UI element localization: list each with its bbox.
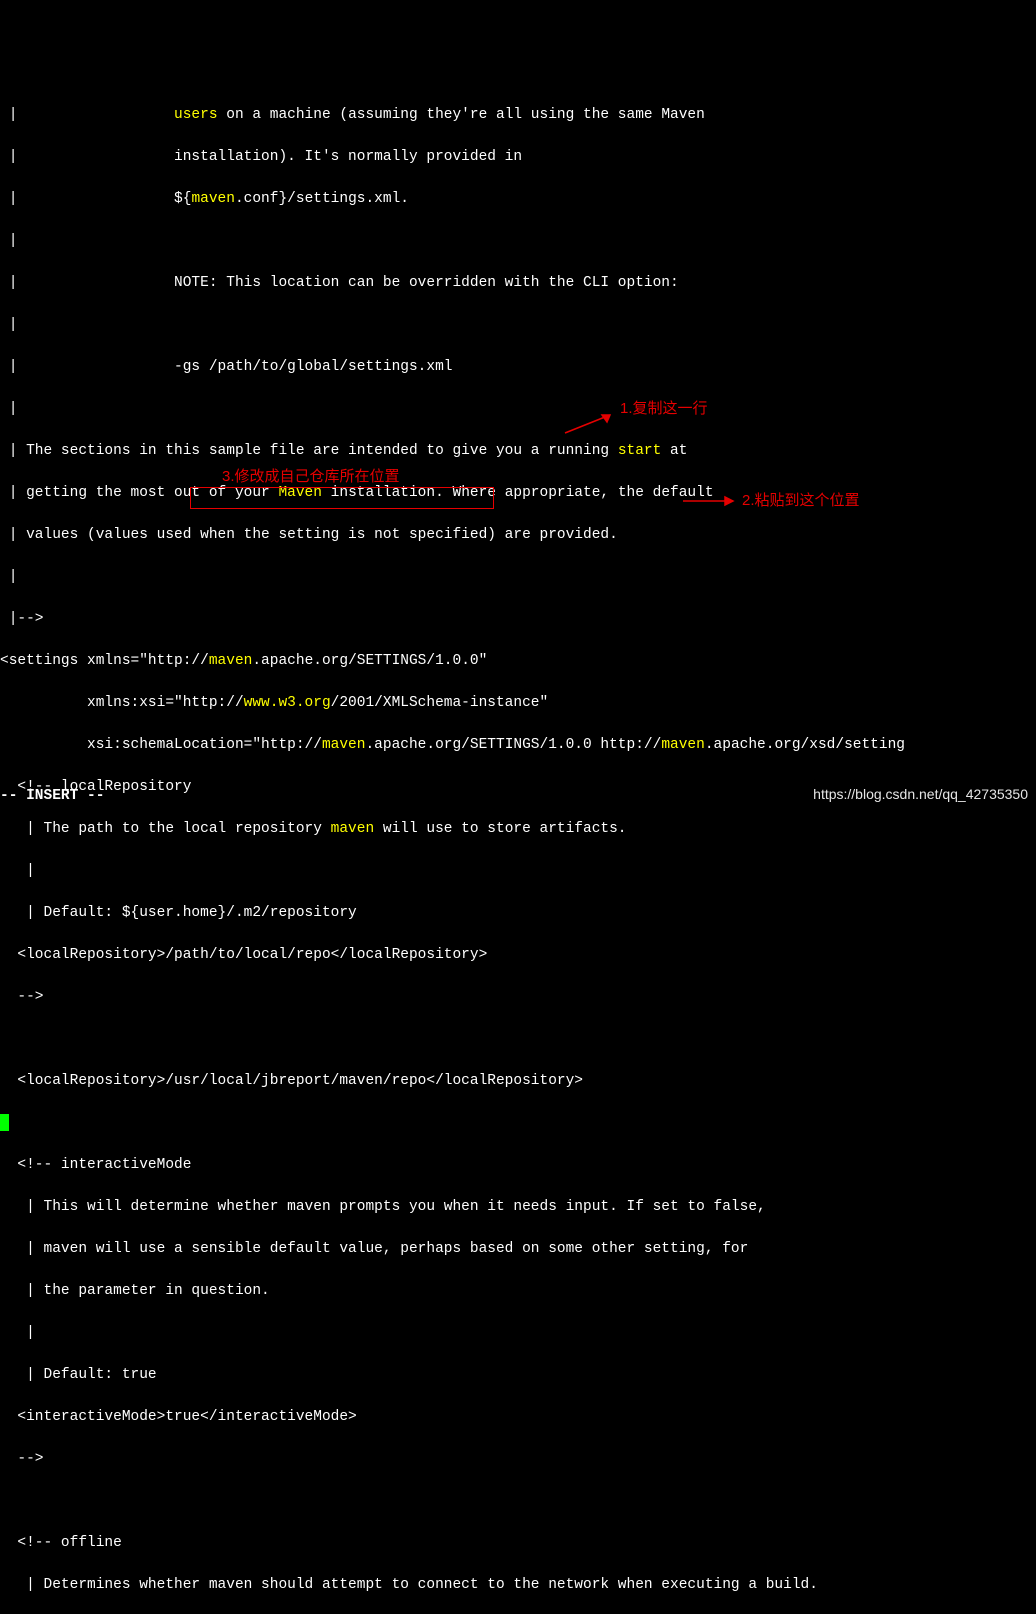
code-line: <!-- interactiveMode <box>0 1155 1036 1176</box>
watermark-text: https://blog.csdn.net/qq_42735350 <box>813 784 1028 805</box>
code-line: xmlns:xsi="http://www.w3.org/2001/XMLSch… <box>0 693 1036 714</box>
cursor <box>0 1114 9 1131</box>
code-line <box>0 1029 1036 1050</box>
code-line: | <box>0 315 1036 336</box>
code-line: | users on a machine (assuming they're a… <box>0 105 1036 126</box>
code-line: | The path to the local repository maven… <box>0 819 1036 840</box>
annotation-copy-line: 1.复制这一行 <box>620 398 708 419</box>
code-line: | -gs /path/to/global/settings.xml <box>0 357 1036 378</box>
code-line <box>0 1491 1036 1512</box>
code-line: | getting the most out of your Maven ins… <box>0 483 1036 504</box>
code-line: xsi:schemaLocation="http://maven.apache.… <box>0 735 1036 756</box>
code-line: <localRepository>/usr/local/jbreport/mav… <box>0 1071 1036 1092</box>
code-line: <!-- offline <box>0 1533 1036 1554</box>
code-line: <interactiveMode>true</interactiveMode> <box>0 1407 1036 1428</box>
code-line: | maven will use a sensible default valu… <box>0 1239 1036 1260</box>
vim-editor[interactable]: | users on a machine (assuming they're a… <box>0 84 1036 1614</box>
code-line: <localRepository>/path/to/local/repo</lo… <box>0 945 1036 966</box>
code-line: | ${maven.conf}/settings.xml. <box>0 189 1036 210</box>
code-line: |--> <box>0 609 1036 630</box>
annotation-modify-path: 3.修改成自己仓库所在位置 <box>222 466 400 487</box>
highlight-box <box>190 487 494 509</box>
code-line: | <box>0 1323 1036 1344</box>
code-line: | Default: true <box>0 1365 1036 1386</box>
code-line <box>0 1113 1036 1134</box>
code-line: | <box>0 861 1036 882</box>
code-line: --> <box>0 1449 1036 1470</box>
code-line: | Default: ${user.home}/.m2/repository <box>0 903 1036 924</box>
arrow-2-icon <box>678 494 738 508</box>
vim-mode-indicator: -- INSERT -- <box>0 786 104 807</box>
code-line: | Determines whether maven should attemp… <box>0 1575 1036 1596</box>
code-line: | <box>0 231 1036 252</box>
code-line: <settings xmlns="http://maven.apache.org… <box>0 651 1036 672</box>
code-line: | <box>0 567 1036 588</box>
annotation-paste-here: 2.粘贴到这个位置 <box>742 490 860 511</box>
code-line: | The sections in this sample file are i… <box>0 441 1036 462</box>
code-line: | the parameter in question. <box>0 1281 1036 1302</box>
code-line: | This will determine whether maven prom… <box>0 1197 1036 1218</box>
arrow-1-icon <box>560 410 620 438</box>
code-line: | installation). It's normally provided … <box>0 147 1036 168</box>
code-line: | NOTE: This location can be overridden … <box>0 273 1036 294</box>
code-line: --> <box>0 987 1036 1008</box>
code-line: | <box>0 399 1036 420</box>
code-line: | values (values used when the setting i… <box>0 525 1036 546</box>
